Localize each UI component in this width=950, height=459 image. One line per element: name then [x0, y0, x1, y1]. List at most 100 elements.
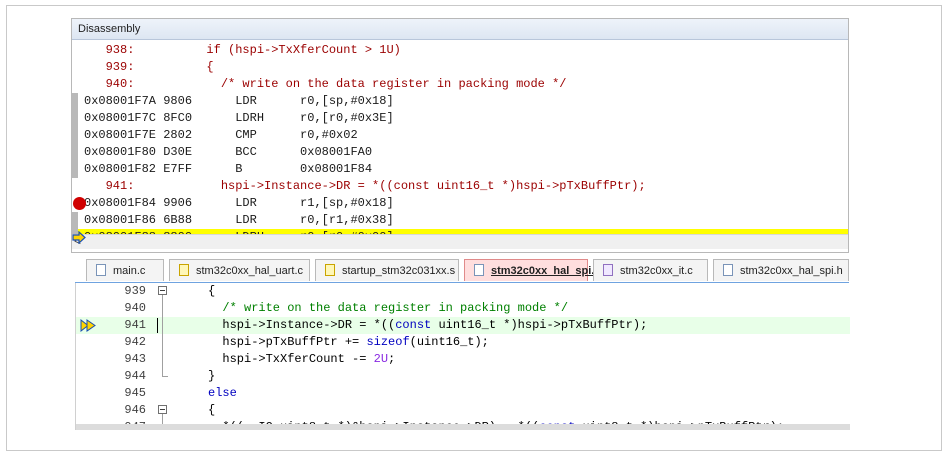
disassembly-line-text: 0x08001F7C 8FC0 LDRH r0,[r0,#0x3E]	[84, 111, 394, 125]
file-icon	[603, 264, 613, 276]
disassembly-instruction-line[interactable]: 0x08001F7C 8FC0 LDRH r0,[r0,#0x3E]	[72, 110, 848, 127]
tab-stm32c0xx-hal-uart-c[interactable]: stm32c0xx_hal_uart.c	[169, 259, 310, 281]
code-text: {	[208, 283, 215, 300]
code-segment: (uint16_t);	[409, 335, 489, 349]
code-segment: ;	[388, 352, 396, 366]
disassembly-instruction-line[interactable]: 0x08001F82 E7FF B 0x08001F84	[72, 161, 848, 178]
tab-label: startup_stm32c031xx.s	[342, 265, 456, 277]
disassembly-line-text: 938: if (hspi->TxXferCount > 1U)	[84, 43, 401, 57]
execution-coverage-marker	[72, 59, 78, 76]
code-segment: {	[208, 284, 216, 298]
line-number: 945	[124, 386, 146, 400]
code-line[interactable]: 945 else	[76, 385, 850, 402]
editor-gutter[interactable]	[76, 300, 112, 317]
fold-end-marker	[162, 368, 168, 377]
editor-gutter[interactable]	[76, 283, 112, 300]
line-number: 946	[124, 403, 146, 417]
disassembly-instruction-line[interactable]: 0x08001F7A 9806 LDR r0,[sp,#0x18]	[72, 93, 848, 110]
editor-gutter[interactable]	[76, 317, 112, 334]
tab-stm32c0xx-hal-spi-h[interactable]: stm32c0xx_hal_spi.h	[713, 259, 849, 281]
line-number: 944	[124, 369, 146, 383]
disassembly-source-line[interactable]: 940: /* write on the data register in pa…	[72, 76, 848, 93]
disassembly-line-text: 0x08001F84 9906 LDR r1,[sp,#0x18]	[84, 196, 394, 210]
tab-stm32c0xx-it-c[interactable]: stm32c0xx_it.c	[593, 259, 708, 281]
code-text: {	[208, 402, 215, 419]
code-number: 2U	[373, 352, 389, 366]
editor-gutter[interactable]	[76, 385, 112, 402]
disassembly-line-text: 939: {	[84, 60, 214, 74]
disassembly-instruction-line[interactable]: 0x08001F7E 2802 CMP r0,#0x02	[72, 127, 848, 144]
execution-coverage-marker	[72, 110, 78, 127]
disassembly-instruction-line[interactable]: 0x08001F84 9906 LDR r1,[sp,#0x18]	[72, 195, 848, 212]
code-line[interactable]: 942 hspi->pTxBuffPtr += sizeof(uint16_t)…	[76, 334, 850, 351]
code-segment: hspi->pTxBuffPtr +=	[208, 335, 367, 349]
fold-guide	[162, 334, 163, 351]
code-line[interactable]: 946 {	[76, 402, 850, 419]
fold-guide	[162, 300, 163, 317]
execution-coverage-marker	[72, 144, 78, 161]
editor-tab-bar: main.c stm32c0xx_hal_uart.c startup_stm32c…	[75, 258, 849, 284]
execution-coverage-marker	[72, 161, 78, 178]
disassembly-line-text: 0x08001F7A 9806 LDR r0,[sp,#0x18]	[84, 94, 394, 108]
code-line[interactable]: 943 hspi->TxXferCount -= 2U;	[76, 351, 850, 368]
code-keyword: else	[208, 386, 237, 400]
code-line[interactable]: 939 {	[76, 283, 850, 300]
tab-startup-stm32c031xx-s[interactable]: startup_stm32c031xx.s	[315, 259, 459, 281]
disassembly-instruction-line[interactable]: 0x08001F80 D30E BCC 0x08001FA0	[72, 144, 848, 161]
code-text: hspi->pTxBuffPtr += sizeof(uint16_t);	[208, 334, 489, 351]
code-text: else	[208, 385, 237, 402]
line-number: 941	[124, 318, 146, 332]
disassembly-body[interactable]: 938: if (hspi->TxXferCount > 1U) 939: { …	[72, 40, 848, 249]
fold-collapse-icon[interactable]	[158, 405, 167, 414]
execution-coverage-marker	[72, 76, 78, 93]
tab-stm32c0xx-hal-spi-c[interactable]: stm32c0xx_hal_spi.c	[464, 259, 600, 281]
code-text: /* write on the data register in packing…	[208, 300, 568, 317]
disassembly-line-text: 0x08001F86 6B88 LDR r0,[r1,#0x38]	[84, 213, 394, 227]
line-number: 942	[124, 335, 146, 349]
code-keyword: const	[395, 318, 432, 332]
editor-gutter[interactable]	[76, 402, 112, 419]
disassembly-title: Disassembly	[72, 19, 848, 40]
code-segment: uint16_t *)hspi->pTxBuffPtr);	[431, 318, 648, 332]
line-number: 940	[124, 301, 146, 315]
breakpoint-icon[interactable]	[73, 197, 86, 210]
execution-coverage-marker	[72, 93, 78, 110]
disassembly-window: Disassembly 938: if (hspi->TxXferCount >…	[71, 18, 849, 253]
disassembly-instruction-line[interactable]: 0x08001F86 6B88 LDR r0,[r1,#0x38]	[72, 212, 848, 229]
code-line[interactable]: 941 hspi->Instance->DR = *((const uint16…	[76, 317, 850, 334]
code-line[interactable]: 940 /* write on the data register in pac…	[76, 300, 850, 317]
disassembly-source-line[interactable]: 939: {	[72, 59, 848, 76]
code-keyword: sizeof	[366, 335, 410, 349]
code-text: hspi->TxXferCount -= 2U;	[208, 351, 395, 368]
disassembly-source-line[interactable]: 938: if (hspi->TxXferCount > 1U)	[72, 42, 848, 59]
current-line-arrow-icon	[80, 319, 96, 332]
disassembly-source-line[interactable]: 941: hspi->Instance->DR = *((const uint1…	[72, 178, 848, 195]
tab-label: stm32c0xx_hal_spi.h	[740, 265, 843, 277]
editor-gutter[interactable]	[76, 351, 112, 368]
disassembly-line-text: 0x08001F82 E7FF B 0x08001F84	[84, 162, 373, 176]
code-comment: /* write on the data register in packing…	[208, 301, 569, 315]
file-icon	[179, 264, 189, 276]
editor-horizontal-scrollbar[interactable]	[76, 424, 850, 430]
code-line[interactable]: 944}	[76, 368, 850, 385]
file-icon	[723, 264, 733, 276]
disassembly-horizontal-scrollbar[interactable]: <	[72, 234, 848, 249]
current-pc-arrow-icon	[72, 231, 86, 244]
text-caret	[157, 318, 158, 333]
fold-collapse-icon[interactable]	[158, 286, 167, 295]
fold-guide	[162, 317, 163, 334]
execution-coverage-marker	[72, 42, 78, 59]
editor-gutter[interactable]	[76, 334, 112, 351]
disassembly-line-text: 0x08001F80 D30E BCC 0x08001FA0	[84, 145, 373, 159]
code-segment: hspi->TxXferCount -=	[208, 352, 374, 366]
tab-label: stm32c0xx_hal_uart.c	[196, 265, 303, 277]
execution-coverage-marker	[72, 212, 78, 229]
code-segment: hspi->Instance->DR = *((	[208, 318, 396, 332]
code-text: hspi->Instance->DR = *((const uint16_t *…	[208, 317, 647, 334]
editor-gutter[interactable]	[76, 368, 112, 385]
source-editor[interactable]: 939 {940 /* write on the data register in…	[75, 283, 850, 430]
execution-coverage-marker	[72, 127, 78, 144]
tab-label: stm32c0xx_hal_spi.c	[491, 265, 601, 277]
tab-label: main.c	[113, 265, 146, 277]
tab-main-c[interactable]: main.c	[86, 259, 164, 281]
